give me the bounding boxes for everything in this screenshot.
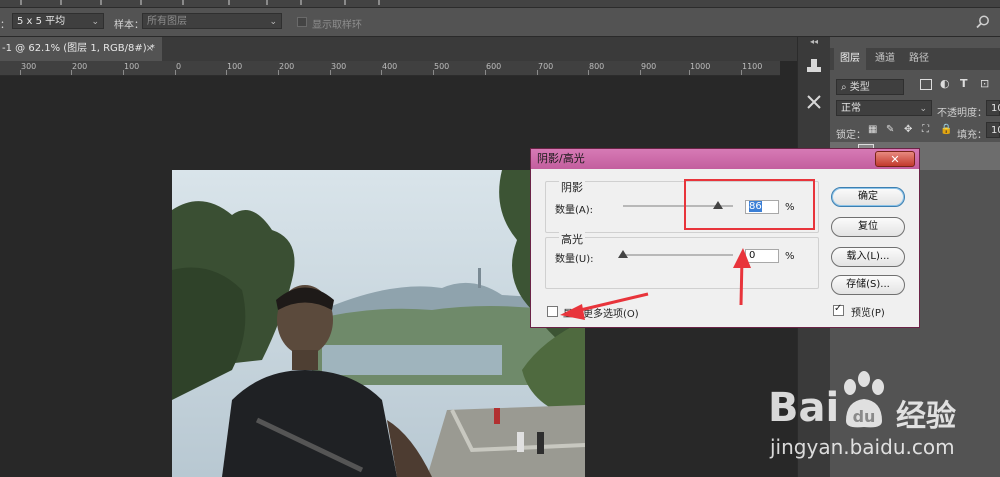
annotation-arrowhead-up [733, 248, 751, 268]
watermark-url: jingyan.baidu.com [770, 435, 955, 459]
watermark-brand-left: Bai [768, 385, 840, 431]
annotation-arrow-left [571, 292, 649, 314]
baidu-paw-logo-icon: du [844, 371, 884, 428]
annotation-arrowhead-left [560, 304, 585, 320]
baidu-watermark: Bai du 经验 jingyan.baidu.com [760, 365, 1000, 477]
watermark-brand-right: 经验 [896, 399, 956, 434]
svg-text:du: du [853, 407, 876, 426]
